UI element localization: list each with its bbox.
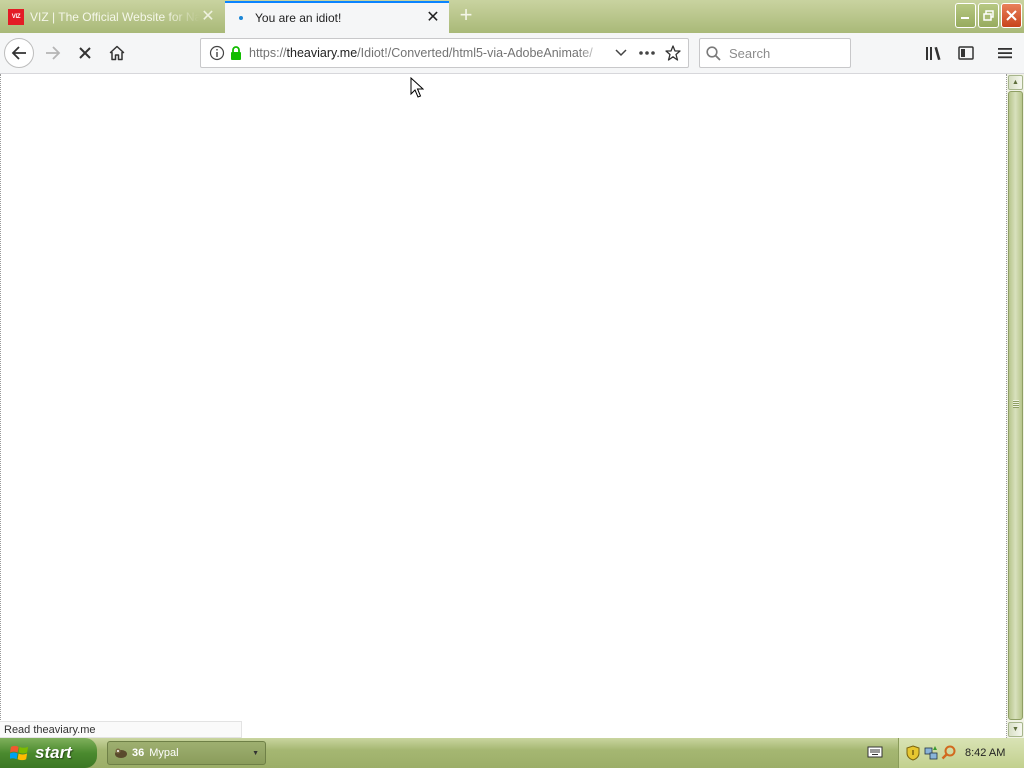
clock: 8:42 AM bbox=[965, 747, 1006, 759]
url-text[interactable]: https://theaviary.me/Idiot!/Converted/ht… bbox=[249, 46, 606, 60]
page-actions-button[interactable] bbox=[636, 42, 658, 64]
sidebar-icon bbox=[958, 46, 974, 60]
scroll-down-button[interactable]: ▼ bbox=[1008, 722, 1023, 737]
start-label: start bbox=[35, 743, 72, 762]
network-icon[interactable] bbox=[923, 745, 939, 761]
url-bar[interactable]: https://theaviary.me/Idiot!/Converted/ht… bbox=[200, 38, 689, 68]
chevron-down-icon bbox=[615, 49, 627, 57]
search-tray-icon[interactable] bbox=[941, 745, 957, 761]
minimize-button[interactable] bbox=[955, 3, 976, 28]
library-button[interactable] bbox=[919, 38, 949, 68]
scroll-up-button[interactable]: ▲ bbox=[1008, 75, 1023, 90]
viz-favicon-icon: VIZ bbox=[8, 9, 24, 25]
forward-arrow-icon bbox=[46, 46, 61, 60]
close-tab-icon[interactable]: ✕ bbox=[200, 9, 216, 25]
system-tray: 8:42 AM bbox=[898, 738, 1024, 768]
star-icon bbox=[665, 45, 681, 61]
home-icon bbox=[109, 45, 125, 61]
stop-button[interactable] bbox=[70, 38, 100, 68]
page-content[interactable] bbox=[0, 74, 1007, 738]
sidebar-button[interactable] bbox=[951, 38, 981, 68]
bookmark-star-button[interactable] bbox=[662, 42, 684, 64]
new-tab-button[interactable]: + bbox=[455, 2, 477, 27]
lock-icon bbox=[231, 46, 241, 60]
taskbar-item-mypal[interactable]: 36 Mypal ▼ bbox=[107, 741, 266, 765]
search-icon bbox=[706, 45, 721, 61]
menu-button[interactable] bbox=[990, 38, 1020, 68]
home-button[interactable] bbox=[102, 38, 132, 68]
mouse-cursor-icon bbox=[410, 77, 424, 98]
task-label: Mypal bbox=[149, 747, 179, 759]
more-dots-icon bbox=[639, 51, 655, 55]
minimize-icon bbox=[961, 17, 969, 19]
tab-idiot[interactable]: You are an idiot! ✕ bbox=[225, 1, 449, 33]
tab-title: VIZ | The Official Website for Naruto bbox=[30, 10, 200, 24]
start-button[interactable]: start bbox=[0, 738, 97, 768]
security-shield-icon[interactable] bbox=[905, 745, 921, 761]
status-panel: Read theaviary.me bbox=[0, 721, 242, 738]
tab-title: You are an idiot! bbox=[255, 11, 342, 25]
back-arrow-icon bbox=[11, 46, 26, 60]
loading-dot-icon bbox=[233, 10, 249, 26]
task-dropdown-icon[interactable]: ▼ bbox=[252, 750, 259, 757]
vertical-scrollbar[interactable]: ▲ ▼ bbox=[1007, 74, 1024, 738]
info-icon[interactable] bbox=[209, 45, 225, 61]
forward-button[interactable] bbox=[38, 38, 68, 68]
window-controls bbox=[955, 3, 1022, 28]
mypal-app-icon bbox=[115, 748, 127, 758]
search-bar[interactable] bbox=[699, 38, 851, 68]
tab-strip: VIZ VIZ | The Official Website for Narut… bbox=[0, 0, 1024, 33]
restore-button[interactable] bbox=[978, 3, 999, 28]
menu-icon bbox=[998, 48, 1012, 59]
stop-icon bbox=[79, 47, 91, 59]
url-history-dropdown[interactable] bbox=[610, 42, 632, 64]
back-button[interactable] bbox=[4, 38, 34, 68]
navigation-toolbar: https://theaviary.me/Idiot!/Converted/ht… bbox=[0, 33, 1024, 74]
keyboard-icon[interactable] bbox=[867, 745, 883, 759]
windows-logo-icon bbox=[10, 745, 29, 760]
tab-viz[interactable]: VIZ VIZ | The Official Website for Narut… bbox=[0, 1, 224, 33]
close-icon bbox=[1006, 10, 1017, 21]
close-window-button[interactable] bbox=[1001, 3, 1022, 28]
task-count: 36 bbox=[132, 747, 145, 759]
restore-icon bbox=[983, 10, 994, 21]
library-icon bbox=[926, 47, 941, 60]
search-input[interactable] bbox=[729, 45, 839, 61]
close-tab-icon[interactable]: ✕ bbox=[425, 10, 441, 26]
scroll-thumb[interactable] bbox=[1008, 91, 1023, 720]
